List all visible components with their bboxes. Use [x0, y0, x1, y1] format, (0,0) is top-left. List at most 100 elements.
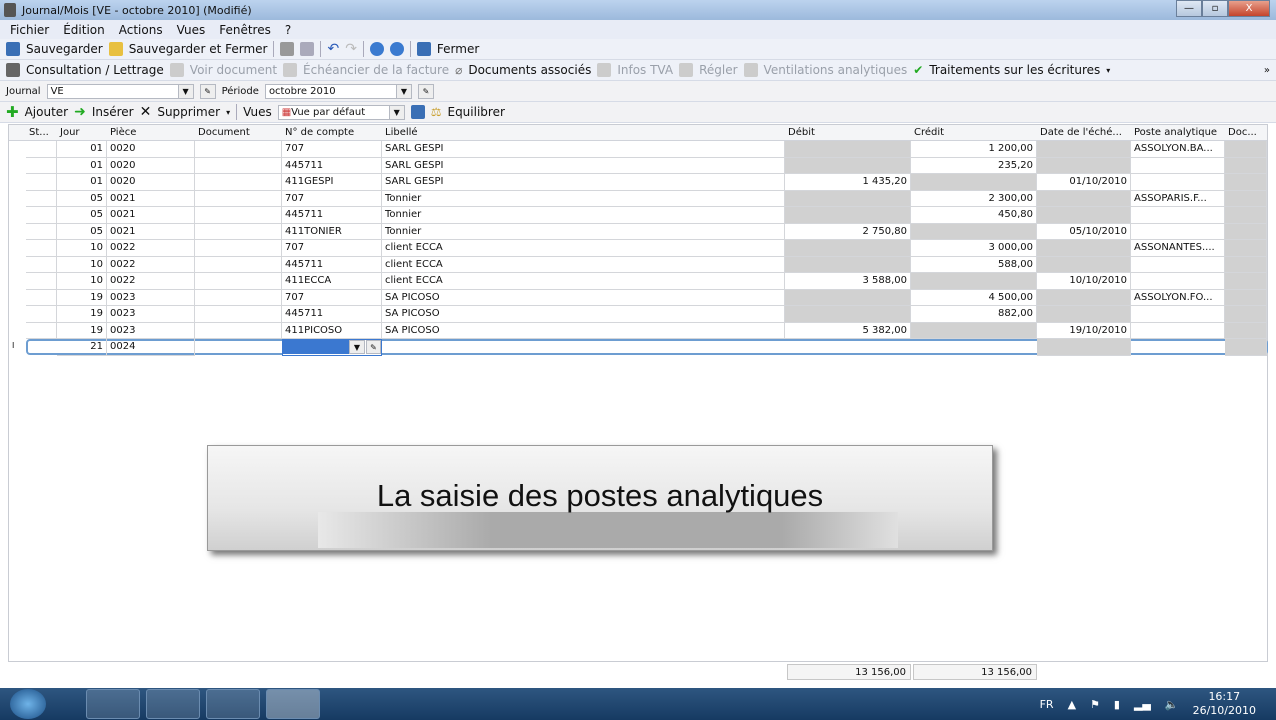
inserer-button[interactable]: Insérer — [92, 105, 134, 119]
overflow-button[interactable]: » — [1264, 65, 1270, 76]
column-header-jour[interactable]: Jour — [60, 127, 80, 138]
cell-libelle[interactable]: SARL GESPI — [382, 157, 785, 174]
cell-piece[interactable]: 0020 — [107, 141, 195, 158]
undo-icon[interactable]: ↶ — [327, 41, 339, 57]
cell-echeance[interactable] — [1037, 190, 1131, 207]
cell-doc[interactable] — [1225, 322, 1267, 339]
cell-libelle[interactable]: client ECCA — [382, 240, 785, 257]
cell-jour[interactable]: 10 — [57, 240, 107, 257]
cell-document[interactable] — [195, 240, 282, 257]
cell-doc[interactable] — [1225, 240, 1267, 257]
cell-debit[interactable] — [785, 289, 911, 306]
cell-credit[interactable]: 450,80 — [911, 207, 1037, 224]
cell-echeance[interactable] — [1037, 207, 1131, 224]
cell-compte[interactable]: 707 — [282, 240, 382, 257]
cell-jour[interactable]: 10 — [57, 273, 107, 290]
cell-doc[interactable] — [1225, 157, 1267, 174]
cell-debit[interactable] — [785, 157, 911, 174]
cell-credit[interactable]: 3 000,00 — [911, 240, 1037, 257]
cell-status[interactable] — [26, 157, 57, 174]
cell-piece[interactable]: 0021 — [107, 223, 195, 240]
print-icon[interactable] — [280, 42, 295, 56]
cell-echeance[interactable]: 01/10/2010 — [1037, 174, 1131, 191]
compte-input[interactable]: ▼ ✎ — [282, 339, 382, 356]
cell-credit[interactable] — [911, 174, 1037, 191]
menu-help[interactable]: ? — [285, 23, 291, 37]
cell-poste[interactable]: ASSOPARIS.F... — [1131, 190, 1225, 207]
table-row[interactable]: 05 0021 411TONIER Tonnier 2 750,80 05/10/2010 — [9, 223, 1267, 240]
cell-poste[interactable] — [1131, 322, 1225, 339]
start-button[interactable] — [10, 689, 46, 719]
cell-poste[interactable] — [1131, 157, 1225, 174]
cell-credit[interactable]: 588,00 — [911, 256, 1037, 273]
cell-echeance[interactable]: 05/10/2010 — [1037, 223, 1131, 240]
cell-debit[interactable]: 5 382,00 — [785, 322, 911, 339]
cell-doc[interactable] — [1225, 141, 1267, 158]
cell-libelle[interactable]: Tonnier — [382, 190, 785, 207]
table-row[interactable]: 10 0022 411ECCA client ECCA 3 588,00 10/10/20… — [9, 273, 1267, 290]
periode-edit-button[interactable]: ✎ — [417, 83, 434, 99]
cell-doc[interactable] — [1225, 190, 1267, 207]
table-row[interactable]: 01 0020 411GESPI SARL GESPI 1 435,20 01/10/20… — [9, 174, 1267, 191]
cell-doc[interactable] — [1225, 289, 1267, 306]
cell-debit[interactable] — [785, 190, 911, 207]
cell-status[interactable] — [26, 273, 57, 290]
cell-echeance[interactable] — [1037, 240, 1131, 257]
cell-debit[interactable]: 2 750,80 — [785, 223, 911, 240]
cell-piece[interactable]: 0024 — [107, 339, 195, 356]
cell-debit[interactable]: 3 588,00 — [785, 273, 911, 290]
periode-select[interactable]: octobre 2010 — [264, 83, 397, 99]
previous-icon[interactable] — [369, 42, 384, 56]
cell-document[interactable] — [195, 174, 282, 191]
cell-document[interactable] — [195, 273, 282, 290]
cell-debit[interactable] — [785, 256, 911, 273]
cell-document[interactable] — [195, 157, 282, 174]
cell-piece[interactable]: 0023 — [107, 289, 195, 306]
cell-status[interactable] — [26, 289, 57, 306]
cell-jour[interactable]: 05 — [57, 190, 107, 207]
manage-views-icon[interactable] — [410, 105, 425, 119]
cell-echeance[interactable] — [1037, 141, 1131, 158]
periode-dropdown-button[interactable]: ▼ — [395, 83, 412, 99]
cell-doc[interactable] — [1225, 256, 1267, 273]
supprimer-button[interactable]: Supprimer — [157, 105, 220, 119]
cell-jour[interactable]: 05 — [57, 207, 107, 224]
column-header-compte[interactable]: N° de compte — [285, 127, 354, 138]
menu-actions[interactable]: Actions — [119, 23, 163, 37]
cell-poste[interactable] — [1131, 207, 1225, 224]
cell-piece[interactable]: 0023 — [107, 322, 195, 339]
cell-poste[interactable] — [1131, 256, 1225, 273]
language-indicator[interactable]: FR — [1040, 698, 1054, 711]
column-header-doc[interactable]: Doc... — [1228, 127, 1257, 138]
cell-compte[interactable]: 445711 — [282, 157, 382, 174]
cell-compte[interactable]: 445711 — [282, 256, 382, 273]
cell-libelle[interactable]: Tonnier — [382, 207, 785, 224]
cell-libelle[interactable]: client ECCA — [382, 273, 785, 290]
ajouter-button[interactable]: Ajouter — [25, 105, 69, 119]
table-row[interactable]: 01 0020 445711 SARL GESPI 235,20 — [9, 157, 1267, 174]
table-row[interactable]: 05 0021 707 Tonnier 2 300,00 ASSOPARIS.F... — [9, 190, 1267, 207]
cell-status[interactable] — [26, 322, 57, 339]
cell-document[interactable] — [195, 141, 282, 158]
column-header-credit[interactable]: Crédit — [914, 127, 944, 138]
cell-jour[interactable]: 01 — [57, 157, 107, 174]
cell-libelle[interactable]: SARL GESPI — [382, 174, 785, 191]
table-row[interactable]: 19 0023 411PICOSO SA PICOSO 5 382,00 19/10/20… — [9, 322, 1267, 339]
cell-jour[interactable]: 01 — [57, 174, 107, 191]
cell-piece[interactable]: 0021 — [107, 190, 195, 207]
column-header-libelle[interactable]: Libellé — [385, 127, 418, 138]
cell-document[interactable] — [195, 289, 282, 306]
cell-compte[interactable]: 411TONIER — [282, 223, 382, 240]
cell-status[interactable] — [26, 141, 57, 158]
maximize-button[interactable]: ▫ — [1202, 0, 1228, 17]
column-header-status[interactable]: St... — [29, 127, 49, 138]
cell-jour[interactable]: 19 — [57, 306, 107, 323]
cell-credit[interactable]: 1 200,00 — [911, 141, 1037, 158]
cell-doc[interactable] — [1225, 174, 1267, 191]
network-icon[interactable]: ▂▄ — [1134, 698, 1151, 711]
cell-credit[interactable] — [911, 322, 1037, 339]
cell-echeance[interactable] — [1037, 289, 1131, 306]
cell-libelle[interactable]: Tonnier — [382, 223, 785, 240]
table-row[interactable]: 10 0022 707 client ECCA 3 000,00 ASSONANTES..… — [9, 240, 1267, 257]
minimize-button[interactable]: — — [1176, 0, 1202, 17]
